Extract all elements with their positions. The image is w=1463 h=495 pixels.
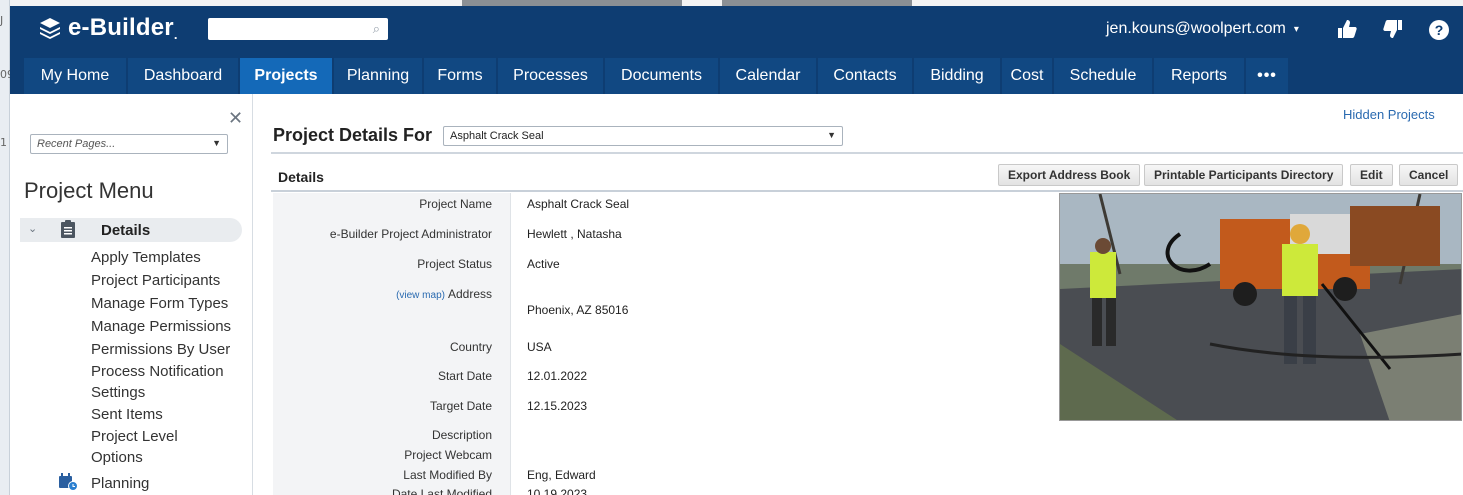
chevron-down-icon: ▾ (1293, 23, 1299, 35)
project-select-value: Asphalt Crack Seal (450, 130, 544, 142)
sidebar-item-manage-form-types[interactable]: Manage Form Types (91, 292, 251, 315)
tab-dashboard[interactable]: Dashboard (128, 58, 238, 94)
global-search[interactable]: ⌕ (208, 18, 388, 40)
sidebar-item-label: Details (101, 222, 151, 239)
close-icon[interactable]: ✕ (228, 108, 243, 129)
project-select[interactable]: Asphalt Crack Seal ▼ (443, 126, 843, 146)
field-value: 10.19.2023 (527, 487, 588, 495)
sidebar-item-sent-items[interactable]: Sent Items (91, 403, 251, 426)
sidebar-item-project-level-cont[interactable]: Options (91, 447, 251, 468)
cancel-button[interactable]: Cancel (1399, 164, 1459, 186)
sidebar-item-process-notification-cont[interactable]: Settings (91, 382, 251, 403)
background-window-edge: J 09 1 (0, 0, 14, 495)
tab-reports[interactable]: Reports (1154, 58, 1244, 94)
help-icon[interactable]: ? (1429, 20, 1449, 40)
app-header: e-Builder. ⌕ jen.kouns@woolpert.com ▾ ? (10, 6, 1463, 58)
sidebar-item-project-participants[interactable]: Project Participants (91, 269, 251, 292)
tab-processes[interactable]: Processes (498, 58, 603, 94)
logo[interactable]: e-Builder. (38, 14, 178, 42)
field-value: Phoenix, AZ 85016 (527, 303, 629, 317)
sidebar-item-manage-permissions[interactable]: Manage Permissions (91, 315, 251, 338)
thumbs-down-icon[interactable] (1382, 19, 1404, 41)
field-label: Description (431, 428, 492, 442)
chevron-down-icon[interactable]: ⌄ (28, 222, 37, 235)
edge-glyph: 1 (0, 136, 7, 149)
export-address-book-button[interactable]: Export Address Book (998, 164, 1141, 186)
dropdown-arrow-icon: ▼ (212, 138, 221, 148)
tab-bidding[interactable]: Bidding (914, 58, 1000, 94)
tab-calendar[interactable]: Calendar (720, 58, 816, 94)
user-menu[interactable]: jen.kouns@woolpert.com ▾ (1106, 20, 1299, 38)
field-value: Active (527, 257, 560, 271)
page-title: Project Details For (273, 125, 433, 145)
project-photo (1059, 193, 1462, 421)
tab-projects[interactable]: Projects (240, 58, 332, 94)
field-label: Date Last Modified (391, 487, 492, 495)
tab-forms[interactable]: Forms (424, 58, 496, 94)
hidden-projects-link[interactable]: Hidden Projects (1343, 107, 1435, 122)
search-icon[interactable]: ⌕ (373, 21, 380, 37)
field-label: Country (449, 340, 492, 354)
logo-stack-icon (40, 18, 60, 39)
field-value: Asphalt Crack Seal (527, 197, 630, 211)
tab-schedule[interactable]: Schedule (1054, 58, 1152, 94)
field-label: Target Date (429, 399, 492, 413)
thumbs-up-icon[interactable] (1336, 19, 1358, 41)
field-label: Project Status (417, 257, 492, 271)
field-label: Start Date (437, 369, 492, 383)
field-value: USA (527, 340, 552, 354)
dropdown-arrow-icon: ▼ (827, 130, 836, 140)
field-label: Project Webcam (404, 448, 492, 462)
field-label: Address (447, 287, 492, 301)
main-nav: My Home Dashboard Projects Planning Form… (10, 58, 1463, 94)
project-menu-sidebar: ✕ Recent Pages... ▼ Project Menu ⌄ Detai… (10, 94, 253, 495)
menu-title: Project Menu (24, 178, 154, 203)
tab-contacts[interactable]: Contacts (818, 58, 912, 94)
field-value: 12.01.2022 (527, 369, 588, 383)
clipboard-icon (61, 220, 75, 238)
sidebar-item-details[interactable]: ⌄ Details (20, 218, 242, 242)
printable-directory-button[interactable]: Printable Participants Directory (1144, 164, 1344, 186)
sidebar-item-planning[interactable]: Planning (58, 473, 149, 492)
more-tabs-button[interactable]: ••• (1246, 58, 1288, 94)
field-label: Project Name (419, 197, 492, 211)
field-label: Last Modified By (403, 468, 492, 482)
sidebar-item-project-level[interactable]: Project Level (91, 426, 251, 447)
field-value: 12.15.2023 (527, 399, 588, 413)
sidebar-item-process-notification[interactable]: Process Notification (91, 361, 251, 382)
section-title: Details (278, 169, 324, 185)
tab-my-home[interactable]: My Home (24, 58, 126, 94)
edit-button[interactable]: Edit (1350, 164, 1393, 186)
sidebar-item-permissions-by-user[interactable]: Permissions By User (91, 338, 251, 361)
tab-documents[interactable]: Documents (605, 58, 718, 94)
search-input[interactable] (208, 18, 358, 40)
recent-pages-placeholder: Recent Pages... (37, 138, 116, 150)
tab-planning[interactable]: Planning (334, 58, 422, 94)
view-map-link[interactable]: (view map) (396, 290, 445, 301)
recent-pages-select[interactable]: Recent Pages... ▼ (30, 134, 228, 154)
tab-cost[interactable]: Cost (1002, 58, 1052, 94)
logo-text: e-Builder. (68, 14, 178, 42)
address-label-row: (view map) Address (396, 287, 492, 301)
divider (271, 152, 1463, 154)
user-email: jen.kouns@woolpert.com (1106, 20, 1286, 37)
field-value: Eng, Edward (527, 468, 596, 482)
edge-glyph: J (0, 14, 4, 27)
field-label: e-Builder Project Administrator (329, 227, 492, 241)
details-submenu: Apply Templates Project Participants Man… (91, 246, 251, 468)
sidebar-item-apply-templates[interactable]: Apply Templates (91, 246, 251, 269)
field-value: Hewlett , Natasha (527, 227, 622, 241)
sidebar-item-label: Planning (91, 475, 150, 492)
calendar-clock-icon (59, 473, 78, 491)
